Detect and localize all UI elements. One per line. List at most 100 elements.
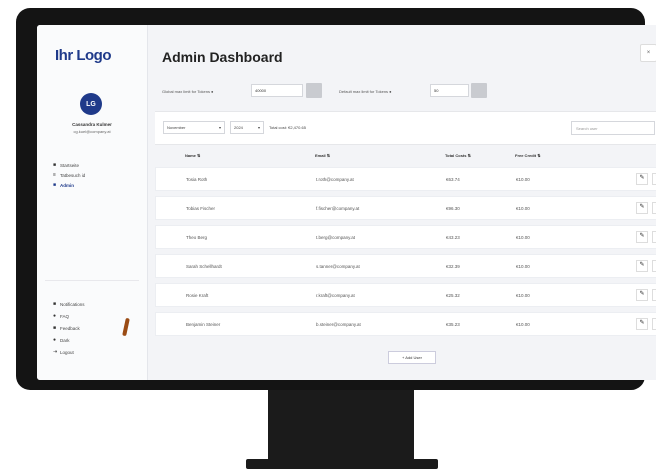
- cell-free-credit: €10.00: [516, 206, 530, 211]
- table-row: Tosia Roth t.roth@company.at €63.74 €10.…: [155, 167, 656, 191]
- users-table: Name ⇅ Email ⇅ Total Costs ⇅ Free Credit…: [155, 153, 656, 341]
- sidebar-item-faq[interactable]: ● FAQ: [53, 310, 143, 322]
- cell-name: Tosia Roth: [186, 177, 208, 182]
- table-row: Benjamin Steiner b.steiner@company.at €3…: [155, 312, 656, 336]
- pencil-icon: ✎: [639, 233, 645, 239]
- close-button[interactable]: ×: [640, 44, 656, 62]
- cell-total-costs: €32.39: [446, 264, 460, 269]
- year-select[interactable]: 2024 ▾: [230, 121, 264, 134]
- avatar[interactable]: LG: [80, 93, 102, 115]
- edit-button[interactable]: ✎: [636, 173, 648, 185]
- pencil-icon: ✎: [639, 262, 645, 268]
- chevron-down-icon: ▾: [218, 125, 221, 130]
- cell-email: b.steiner@company.at: [316, 322, 361, 327]
- pencil-icon: ✎: [639, 175, 645, 181]
- cell-free-credit: €10.00: [516, 293, 530, 298]
- edit-button[interactable]: ✎: [636, 202, 648, 214]
- cell-email: s.tanner@company.at: [316, 264, 360, 269]
- table-row: Theo Berg t.berg@company.at €43.23 €10.0…: [155, 225, 656, 249]
- logout-icon: ⇥: [53, 349, 58, 355]
- reset-button[interactable]: ↻: [652, 231, 656, 243]
- edit-button[interactable]: ✎: [636, 260, 648, 272]
- sidebar-item-tatbesuch[interactable]: ≡ Tatbesuch id: [53, 170, 143, 180]
- pencil-icon: ✎: [639, 320, 645, 326]
- sidebar-item-admin[interactable]: ■ Admin: [53, 180, 143, 190]
- table-row: Sarah Schellhardt s.tanner@company.at €3…: [155, 254, 656, 278]
- sidebar-item-feedback[interactable]: ■ Feedback: [53, 322, 143, 334]
- reset-button[interactable]: ↻: [652, 260, 656, 272]
- table-header: Name ⇅ Email ⇅ Total Costs ⇅ Free Credit…: [155, 153, 656, 167]
- sidebar-item-notifications[interactable]: ■ Notifications: [53, 298, 143, 310]
- sidebar-item-label: FAQ: [60, 313, 70, 319]
- cell-name: Rosie Kraft: [186, 293, 209, 298]
- cell-name: Benjamin Steiner: [186, 322, 221, 327]
- global-limit-label: Global max limit for Tokens ●: [162, 89, 214, 94]
- sidebar-nav-top: ■ Startseite ≡ Tatbesuch id ■ Admin: [53, 160, 143, 190]
- page-title: Admin Dashboard: [162, 49, 283, 65]
- cell-total-costs: €43.23: [446, 235, 460, 240]
- sidebar-item-label: Startseite: [60, 162, 80, 168]
- user-email: cg.kuel@company.at: [73, 129, 111, 134]
- sidebar-divider: [45, 280, 139, 281]
- table-row: Rosie Kraft r.kraft@company.at €25.32 €1…: [155, 283, 656, 307]
- total-cost: Total cost: €2,470.65: [269, 125, 306, 130]
- sidebar-item-startseite[interactable]: ■ Startseite: [53, 160, 143, 170]
- sidebar-item-label: Logout: [60, 349, 74, 355]
- sidebar-item-dark[interactable]: ● Dark: [53, 334, 143, 346]
- column-header-email[interactable]: Email ⇅: [315, 153, 330, 158]
- column-header-free-credit[interactable]: Free Credit ⇅: [515, 153, 541, 158]
- user-name: Cassandra Kulmer: [72, 122, 112, 127]
- feedback-icon: ■: [53, 325, 57, 331]
- reset-button[interactable]: ↻: [652, 318, 656, 330]
- column-header-total-costs[interactable]: Total Costs ⇅: [445, 153, 471, 158]
- default-limit-save-button[interactable]: [471, 83, 487, 98]
- year-select-value: 2024: [234, 125, 243, 130]
- id-icon: ≡: [53, 172, 56, 178]
- sidebar-item-label: Tatbesuch id: [60, 172, 86, 178]
- add-user-button[interactable]: + Add User: [388, 351, 436, 364]
- cell-free-credit: €10.00: [516, 322, 530, 327]
- reset-button[interactable]: ↻: [652, 173, 656, 185]
- cell-name: Tobias Fischer: [186, 206, 216, 211]
- close-icon: ×: [646, 50, 651, 56]
- cell-free-credit: €10.00: [516, 264, 530, 269]
- sidebar-item-label: Admin: [60, 182, 74, 188]
- cell-total-costs: €35.23: [446, 322, 460, 327]
- cell-total-costs: €25.32: [446, 293, 460, 298]
- edit-button[interactable]: ✎: [636, 231, 648, 243]
- global-limit-save-button[interactable]: [306, 83, 322, 98]
- monitor-stand-neck: [268, 390, 414, 460]
- month-select-value: November: [167, 125, 186, 130]
- search-input[interactable]: Search user: [571, 121, 655, 135]
- admin-icon: ■: [53, 182, 57, 188]
- monitor-bezel: Ihr Logo LG Cassandra Kulmer cg.kuel@com…: [16, 8, 656, 390]
- sidebar-item-label: Notifications: [60, 301, 85, 307]
- sidebar-item-label: Dark: [60, 337, 70, 343]
- default-limit-input[interactable]: 50: [430, 84, 469, 97]
- sidebar-item-logout[interactable]: ⇥ Logout: [53, 346, 143, 358]
- reset-button[interactable]: ↻: [652, 202, 656, 214]
- sidebar: Ihr Logo LG Cassandra Kulmer cg.kuel@com…: [37, 25, 148, 380]
- table-row: Tobias Fischer f.fischer@company.at €96.…: [155, 196, 656, 220]
- monitor-stand-foot: [246, 459, 438, 469]
- cell-email: t.berg@company.at: [316, 235, 356, 240]
- moon-icon: ●: [53, 337, 57, 343]
- screen: Ihr Logo LG Cassandra Kulmer cg.kuel@com…: [37, 25, 656, 380]
- edit-button[interactable]: ✎: [636, 318, 648, 330]
- sidebar-nav-bottom: ■ Notifications ● FAQ ■ Feedback ● Dark …: [53, 298, 143, 358]
- bell-icon: ■: [53, 301, 57, 307]
- cell-free-credit: €10.00: [516, 177, 530, 182]
- column-header-name[interactable]: Name ⇅: [185, 153, 200, 158]
- global-limit-input[interactable]: 40000: [251, 84, 303, 97]
- filter-toolbar: November ▾ 2024 ▾ Total cost: €2,470.65 …: [155, 111, 656, 145]
- cell-email: f.fischer@company.at: [316, 206, 360, 211]
- pencil-icon: ✎: [639, 204, 645, 210]
- faq-icon: ●: [53, 313, 57, 319]
- home-icon: ■: [53, 162, 57, 168]
- cell-free-credit: €10.00: [516, 235, 530, 240]
- default-limit-label: Default max limit for Tokens ●: [339, 89, 392, 94]
- chevron-down-icon: ▾: [257, 125, 260, 130]
- edit-button[interactable]: ✎: [636, 289, 648, 301]
- month-select[interactable]: November ▾: [163, 121, 225, 134]
- reset-button[interactable]: ↻: [652, 289, 656, 301]
